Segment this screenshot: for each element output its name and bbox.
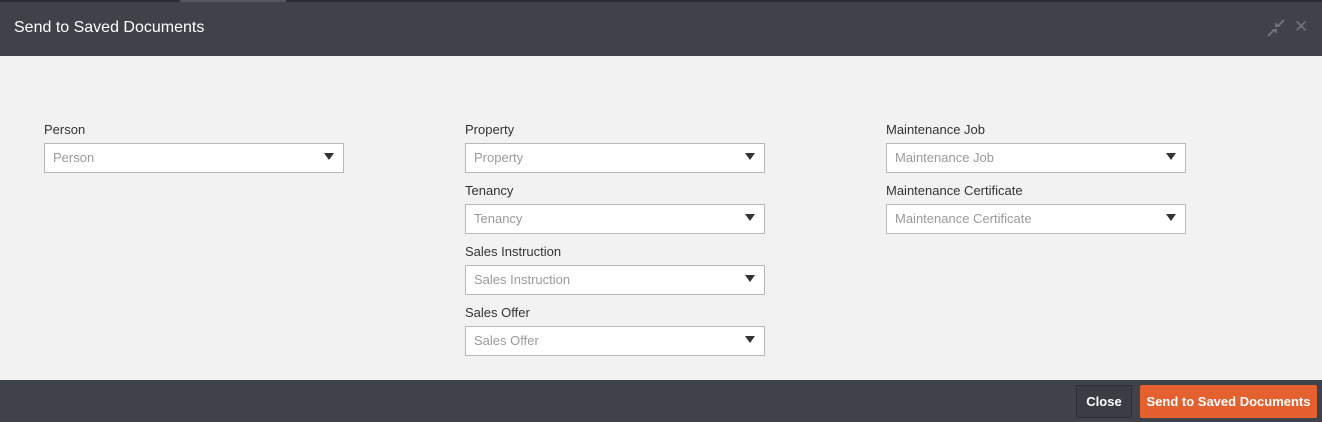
dialog-footer: Close Send to Saved Documents: [0, 380, 1322, 422]
close-button[interactable]: Close: [1076, 385, 1132, 418]
close-icon[interactable]: ✕: [1294, 18, 1308, 36]
tenancy-field: Tenancy Tenancy: [465, 183, 765, 234]
sales-instruction-label: Sales Instruction: [465, 244, 562, 259]
tenancy-select[interactable]: Tenancy: [465, 204, 765, 234]
chevron-down-icon: [745, 336, 755, 343]
sales-offer-field: Sales Offer Sales Offer: [465, 305, 765, 356]
chevron-down-icon: [1166, 153, 1176, 160]
chevron-down-icon: [324, 153, 334, 160]
maintenance-certificate-placeholder: Maintenance Certificate: [895, 211, 1032, 226]
dialog-body: Person Person Property Property Tenancy …: [0, 56, 1322, 380]
property-label: Property: [465, 122, 515, 137]
chevron-down-icon: [1166, 214, 1176, 221]
dialog-title: Send to Saved Documents: [14, 19, 205, 36]
collapse-icon[interactable]: [1266, 18, 1286, 38]
person-placeholder: Person: [53, 150, 95, 165]
property-field: Property Property: [465, 122, 765, 173]
chevron-down-icon: [745, 275, 755, 282]
person-label: Person: [44, 122, 86, 137]
sales-instruction-field: Sales Instruction Sales Instruction: [465, 244, 765, 295]
sales-offer-select[interactable]: Sales Offer: [465, 326, 765, 356]
sales-instruction-placeholder: Sales Instruction: [474, 272, 571, 287]
dialog-header: Send to Saved Documents ✕: [0, 2, 1322, 56]
maintenance-job-select[interactable]: Maintenance Job: [886, 143, 1186, 173]
sales-instruction-select[interactable]: Sales Instruction: [465, 265, 765, 295]
tenancy-label: Tenancy: [465, 183, 514, 198]
person-select[interactable]: Person: [44, 143, 344, 173]
send-to-saved-documents-button[interactable]: Send to Saved Documents: [1140, 385, 1317, 418]
maintenance-certificate-select[interactable]: Maintenance Certificate: [886, 204, 1186, 234]
person-field: Person Person: [44, 122, 344, 173]
maintenance-certificate-label: Maintenance Certificate: [886, 183, 1023, 198]
maintenance-certificate-field: Maintenance Certificate Maintenance Cert…: [886, 183, 1186, 234]
sales-offer-placeholder: Sales Offer: [474, 333, 539, 348]
maintenance-job-placeholder: Maintenance Job: [895, 150, 995, 165]
chevron-down-icon: [745, 153, 755, 160]
chevron-down-icon: [745, 214, 755, 221]
sales-offer-label: Sales Offer: [465, 305, 530, 320]
property-select[interactable]: Property: [465, 143, 765, 173]
maintenance-job-label: Maintenance Job: [886, 122, 986, 137]
tenancy-placeholder: Tenancy: [474, 211, 523, 226]
maintenance-job-field: Maintenance Job Maintenance Job: [886, 122, 1186, 173]
property-placeholder: Property: [474, 150, 524, 165]
